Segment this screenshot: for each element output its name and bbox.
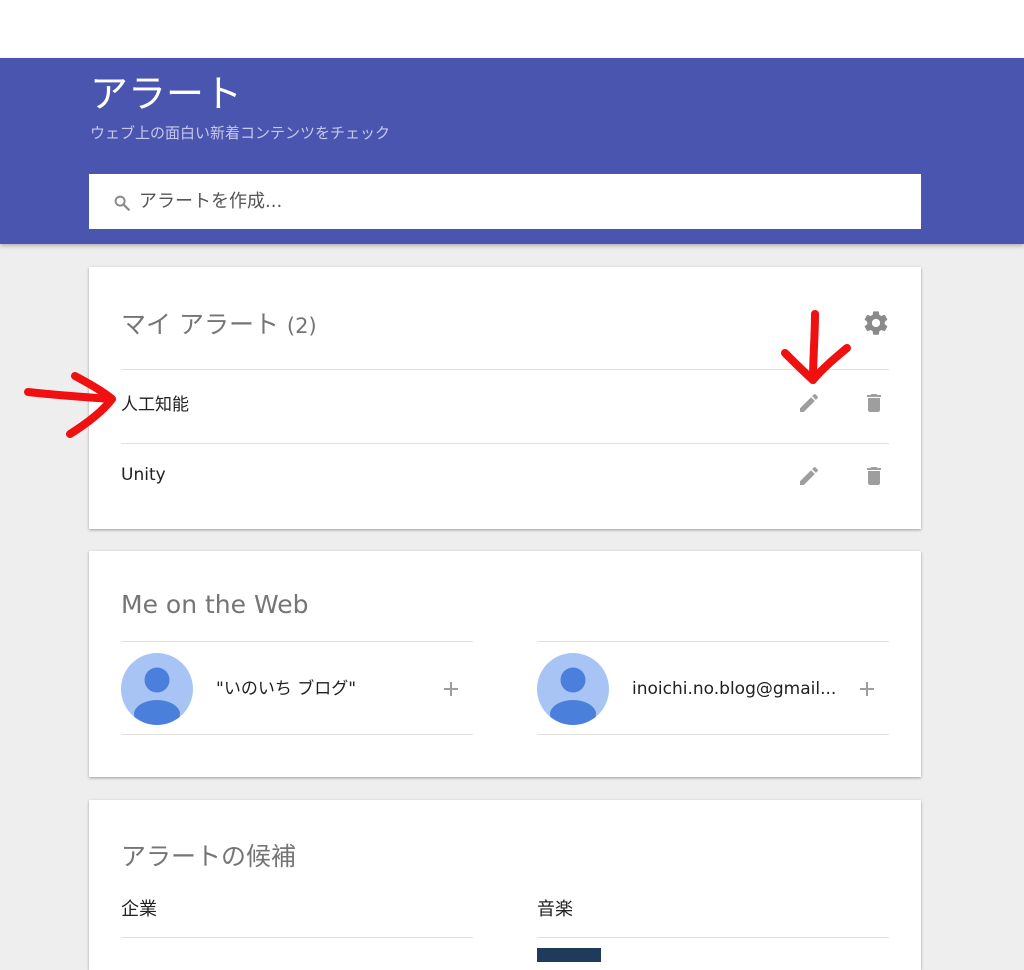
alert-name[interactable]: 人工知能 xyxy=(121,393,189,417)
web-item-label: "いのいち ブログ" xyxy=(216,679,357,699)
alert-name[interactable]: Unity xyxy=(121,463,166,487)
edit-pencil-icon[interactable] xyxy=(797,464,821,488)
alert-row: 人工知能 xyxy=(121,369,889,441)
category-label: 音楽 xyxy=(537,899,573,920)
add-plus-icon[interactable] xyxy=(439,677,463,701)
top-whitespace xyxy=(0,0,1024,58)
person-icon xyxy=(134,667,180,725)
me-on-web-title: Me on the Web xyxy=(121,590,309,619)
add-plus-icon[interactable] xyxy=(855,677,879,701)
divider xyxy=(537,734,889,735)
my-alerts-title-text: マイ アラート xyxy=(121,310,279,339)
annotation-arrow-down xyxy=(781,310,851,384)
web-item-label: inoichi.no.blog@gmail... xyxy=(632,679,837,699)
alert-count: (2) xyxy=(286,314,317,338)
avatar xyxy=(121,653,193,725)
edit-pencil-icon[interactable] xyxy=(797,391,821,415)
person-icon xyxy=(550,667,596,725)
my-alerts-card: マイ アラート (2) 人工知能 Unity xyxy=(89,267,921,529)
create-alert-box[interactable] xyxy=(89,174,921,229)
annotation-arrow-right xyxy=(24,372,116,438)
app-header: アラート ウェブ上の面白い新着コンテンツをチェック xyxy=(0,58,1024,244)
me-on-web-card: Me on the Web "いのいち ブログ" inoichi.no.blog… xyxy=(89,551,921,777)
suggestions-card: アラートの候補 企業 音楽 xyxy=(89,800,921,970)
delete-trash-icon[interactable] xyxy=(862,464,886,488)
divider xyxy=(537,937,889,938)
create-alert-input[interactable] xyxy=(139,174,899,229)
category-label: 企業 xyxy=(121,899,157,920)
suggestions-title: アラートの候補 xyxy=(121,842,297,871)
search-icon xyxy=(114,195,130,211)
alert-row: Unity xyxy=(121,439,889,511)
page-title: アラート xyxy=(90,72,243,116)
web-item: inoichi.no.blog@gmail... xyxy=(537,641,889,737)
web-item: "いのいち ブログ" xyxy=(121,641,473,737)
page-subtitle: ウェブ上の面白い新着コンテンツをチェック xyxy=(90,124,391,142)
avatar xyxy=(537,653,609,725)
divider xyxy=(121,734,473,735)
settings-gear-icon[interactable] xyxy=(862,309,890,337)
my-alerts-title: マイ アラート (2) xyxy=(121,309,317,342)
divider xyxy=(121,937,473,938)
delete-trash-icon[interactable] xyxy=(862,391,886,415)
suggestion-thumbnail[interactable] xyxy=(537,948,601,962)
